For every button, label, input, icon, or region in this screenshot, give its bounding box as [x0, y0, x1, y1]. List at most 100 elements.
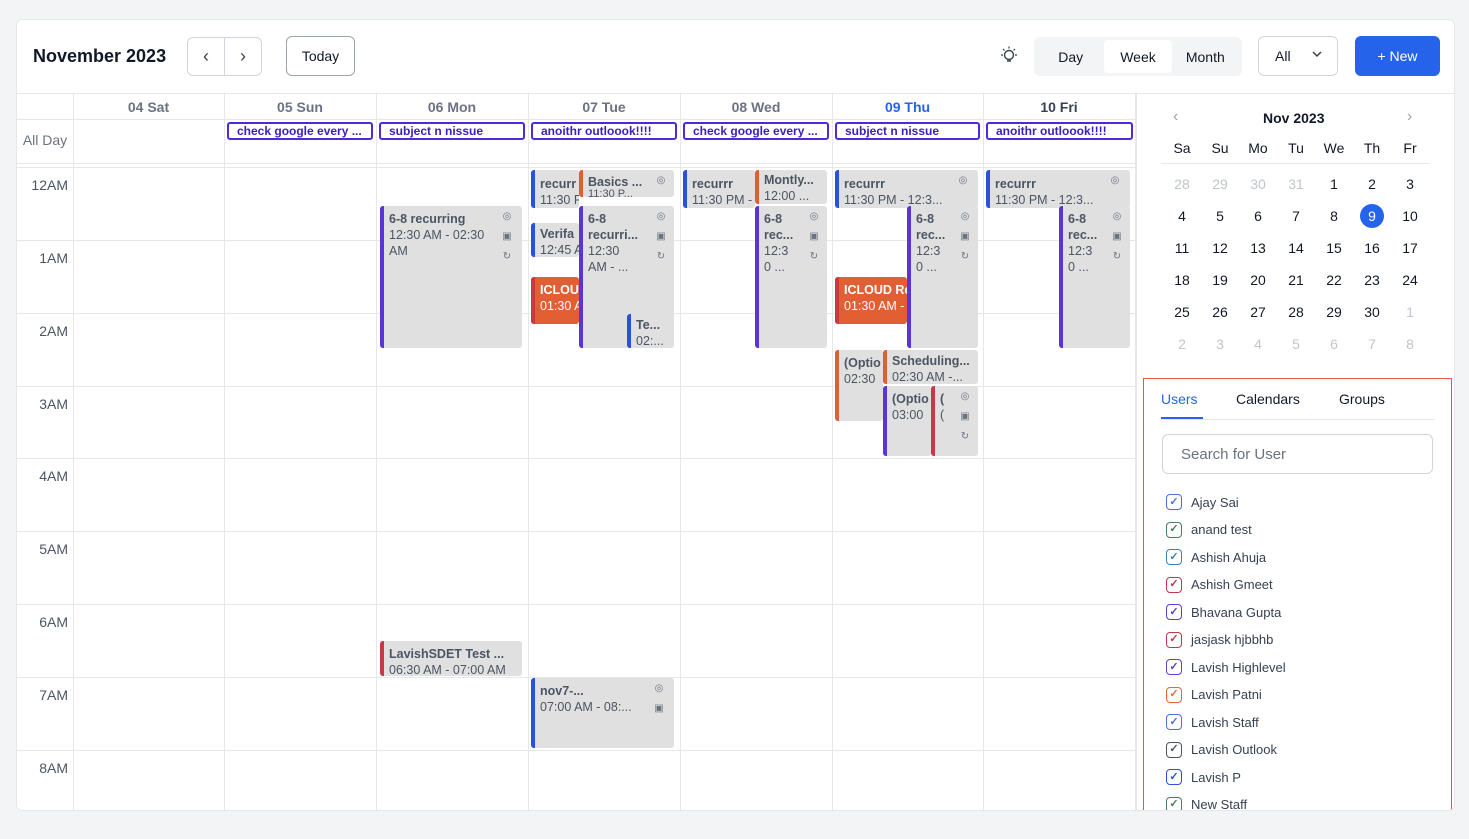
mini-calendar-day[interactable]: 21: [1277, 272, 1315, 288]
event-card[interactable]: Verifa 12:45 A: [531, 223, 579, 257]
event-card[interactable]: (Optio 03:00: [883, 386, 931, 456]
mini-calendar-day[interactable]: 4: [1163, 208, 1201, 224]
user-checkbox[interactable]: ✓: [1166, 494, 1182, 510]
user-list-item[interactable]: ✓ Ashish Ahuja: [1166, 548, 1266, 566]
event-card[interactable]: Te... 02:...: [627, 314, 674, 348]
mini-calendar-day[interactable]: 28: [1277, 304, 1315, 320]
user-checkbox[interactable]: ✓: [1166, 659, 1182, 675]
tab-users[interactable]: Users: [1161, 391, 1198, 407]
day-header[interactable]: 07 Tue: [528, 94, 680, 120]
mini-calendar-day[interactable]: 4: [1239, 336, 1277, 352]
mini-calendar-day[interactable]: 17: [1391, 240, 1429, 256]
mini-calendar-day[interactable]: 30: [1239, 176, 1277, 192]
user-checkbox[interactable]: ✓: [1166, 796, 1182, 810]
event-card[interactable]: ICLOU 01:30 A: [531, 277, 579, 324]
mini-calendar-day[interactable]: 15: [1315, 240, 1353, 256]
all-day-event[interactable]: check google every ...: [227, 122, 373, 140]
all-day-event[interactable]: subject n nissue: [379, 122, 525, 140]
mini-calendar-day[interactable]: 23: [1353, 272, 1391, 288]
day-header[interactable]: 05 Sun: [224, 94, 376, 120]
user-list-item[interactable]: ✓ New Staff: [1166, 796, 1247, 810]
mini-calendar-day[interactable]: 29: [1315, 304, 1353, 320]
mini-calendar-day[interactable]: 25: [1163, 304, 1201, 320]
user-checkbox[interactable]: ✓: [1166, 576, 1182, 593]
user-checkbox[interactable]: ✓: [1166, 714, 1182, 730]
mini-next-month-button[interactable]: ›: [1407, 108, 1412, 126]
user-search-input[interactable]: [1162, 434, 1433, 474]
event-card[interactable]: recurr 11:30 P: [531, 170, 579, 208]
mini-calendar-day[interactable]: 26: [1201, 304, 1239, 320]
event-card[interactable]: ( ( ◎ ▣ ↻: [931, 386, 978, 456]
all-day-event[interactable]: subject n nissue: [835, 122, 980, 140]
mini-calendar-day[interactable]: 1: [1315, 176, 1353, 192]
mini-calendar-day[interactable]: 1: [1391, 304, 1429, 320]
mini-calendar-day[interactable]: 20: [1239, 272, 1277, 288]
event-card[interactable]: 6-8 recurring 12:30 AM - 02:30 AM ◎ ▣ ↻: [380, 206, 522, 348]
mini-calendar-day[interactable]: 5: [1201, 208, 1239, 224]
all-day-event[interactable]: check google every ...: [683, 122, 829, 140]
day-header[interactable]: 10 Fri: [983, 94, 1135, 120]
user-checkbox[interactable]: ✓: [1166, 741, 1182, 758]
event-card[interactable]: recurrr 11:30 PM - 12:3... ◎: [986, 170, 1130, 208]
tab-calendars[interactable]: Calendars: [1236, 391, 1300, 407]
mini-calendar-day[interactable]: 6: [1239, 208, 1277, 224]
user-list-item[interactable]: ✓ anand test: [1166, 521, 1252, 539]
day-header-today[interactable]: 09 Thu: [832, 94, 983, 120]
mini-calendar-day[interactable]: 18: [1163, 272, 1201, 288]
event-card[interactable]: Basics ... 11:30 P... ◎: [579, 170, 674, 197]
mini-calendar-day[interactable]: 22: [1315, 272, 1353, 288]
mini-calendar-day[interactable]: 11: [1163, 240, 1201, 256]
mini-calendar-day[interactable]: 6: [1315, 336, 1353, 352]
all-day-event[interactable]: anoithr outloook!!!!: [531, 122, 677, 140]
mini-calendar-day[interactable]: 13: [1239, 240, 1277, 256]
mini-calendar-day[interactable]: 24: [1391, 272, 1429, 288]
mini-calendar-day[interactable]: 7: [1277, 208, 1315, 224]
today-button[interactable]: Today: [286, 36, 355, 76]
new-event-button[interactable]: + New: [1355, 36, 1440, 76]
user-checkbox[interactable]: ✓: [1166, 604, 1182, 620]
user-list-item[interactable]: ✓ Lavish Highlevel: [1166, 658, 1286, 676]
mini-calendar-day[interactable]: 27: [1239, 304, 1277, 320]
user-list-item[interactable]: ✓ Lavish Outlook: [1166, 741, 1277, 759]
user-checkbox[interactable]: ✓: [1166, 631, 1182, 648]
mini-calendar-day[interactable]: 19: [1201, 272, 1239, 288]
user-list-item[interactable]: ✓ Lavish Staff: [1166, 713, 1259, 731]
mini-calendar-day[interactable]: 9: [1353, 204, 1391, 228]
all-day-event[interactable]: anoithr outloook!!!!: [986, 122, 1133, 140]
user-checkbox[interactable]: ✓: [1166, 521, 1182, 538]
mini-calendar-day[interactable]: 28: [1163, 176, 1201, 192]
user-list-item[interactable]: ✓ Lavish Patni: [1166, 686, 1262, 704]
mini-prev-month-button[interactable]: ‹: [1173, 108, 1178, 126]
user-list-item[interactable]: ✓ Ajay Sai: [1166, 493, 1239, 511]
event-card[interactable]: (Optio 02:30: [835, 350, 883, 421]
user-list-item[interactable]: ✓ Ashish Gmeet: [1166, 576, 1273, 594]
user-list-item[interactable]: ✓ jasjask hjbbhb: [1166, 631, 1273, 649]
user-checkbox[interactable]: ✓: [1166, 769, 1182, 785]
mini-calendar-day[interactable]: 31: [1277, 176, 1315, 192]
event-card[interactable]: recurrr 11:30 PM - 12:3... ◎: [835, 170, 978, 208]
mini-calendar-day[interactable]: 5: [1277, 336, 1315, 352]
tab-groups[interactable]: Groups: [1339, 391, 1385, 407]
user-list-item[interactable]: ✓ Bhavana Gupta: [1166, 603, 1281, 621]
event-card[interactable]: ICLOUD Re 01:30 AM -: [835, 277, 907, 324]
user-checkbox[interactable]: ✓: [1166, 686, 1182, 703]
mini-calendar-day[interactable]: 8: [1315, 208, 1353, 224]
event-card[interactable]: 6-8 rec... 12:3 0 ... ◎ ▣ ↻: [755, 206, 827, 348]
prev-period-button[interactable]: ‹: [188, 38, 224, 75]
day-header[interactable]: 06 Mon: [376, 94, 528, 120]
mini-calendar-day[interactable]: 8: [1391, 336, 1429, 352]
mini-calendar-day[interactable]: 7: [1353, 336, 1391, 352]
next-period-button[interactable]: ›: [224, 38, 261, 75]
mini-calendar-day[interactable]: 16: [1353, 240, 1391, 256]
filter-select[interactable]: All: [1258, 36, 1338, 76]
mini-calendar-day[interactable]: 30: [1353, 304, 1391, 320]
view-day-button[interactable]: Day: [1037, 40, 1104, 73]
mini-calendar-day[interactable]: 2: [1163, 336, 1201, 352]
mini-calendar-day[interactable]: 29: [1201, 176, 1239, 192]
event-card[interactable]: 6-8 rec... 12:3 0 ... ◎ ▣ ↻: [1059, 206, 1130, 348]
lightbulb-icon[interactable]: [999, 46, 1019, 66]
event-card[interactable]: LavishSDET Test ... 06:30 AM - 07:00 AM: [380, 641, 522, 676]
view-week-button[interactable]: Week: [1104, 40, 1172, 73]
mini-calendar-day[interactable]: 3: [1391, 176, 1429, 192]
user-checkbox[interactable]: ✓: [1166, 549, 1182, 565]
